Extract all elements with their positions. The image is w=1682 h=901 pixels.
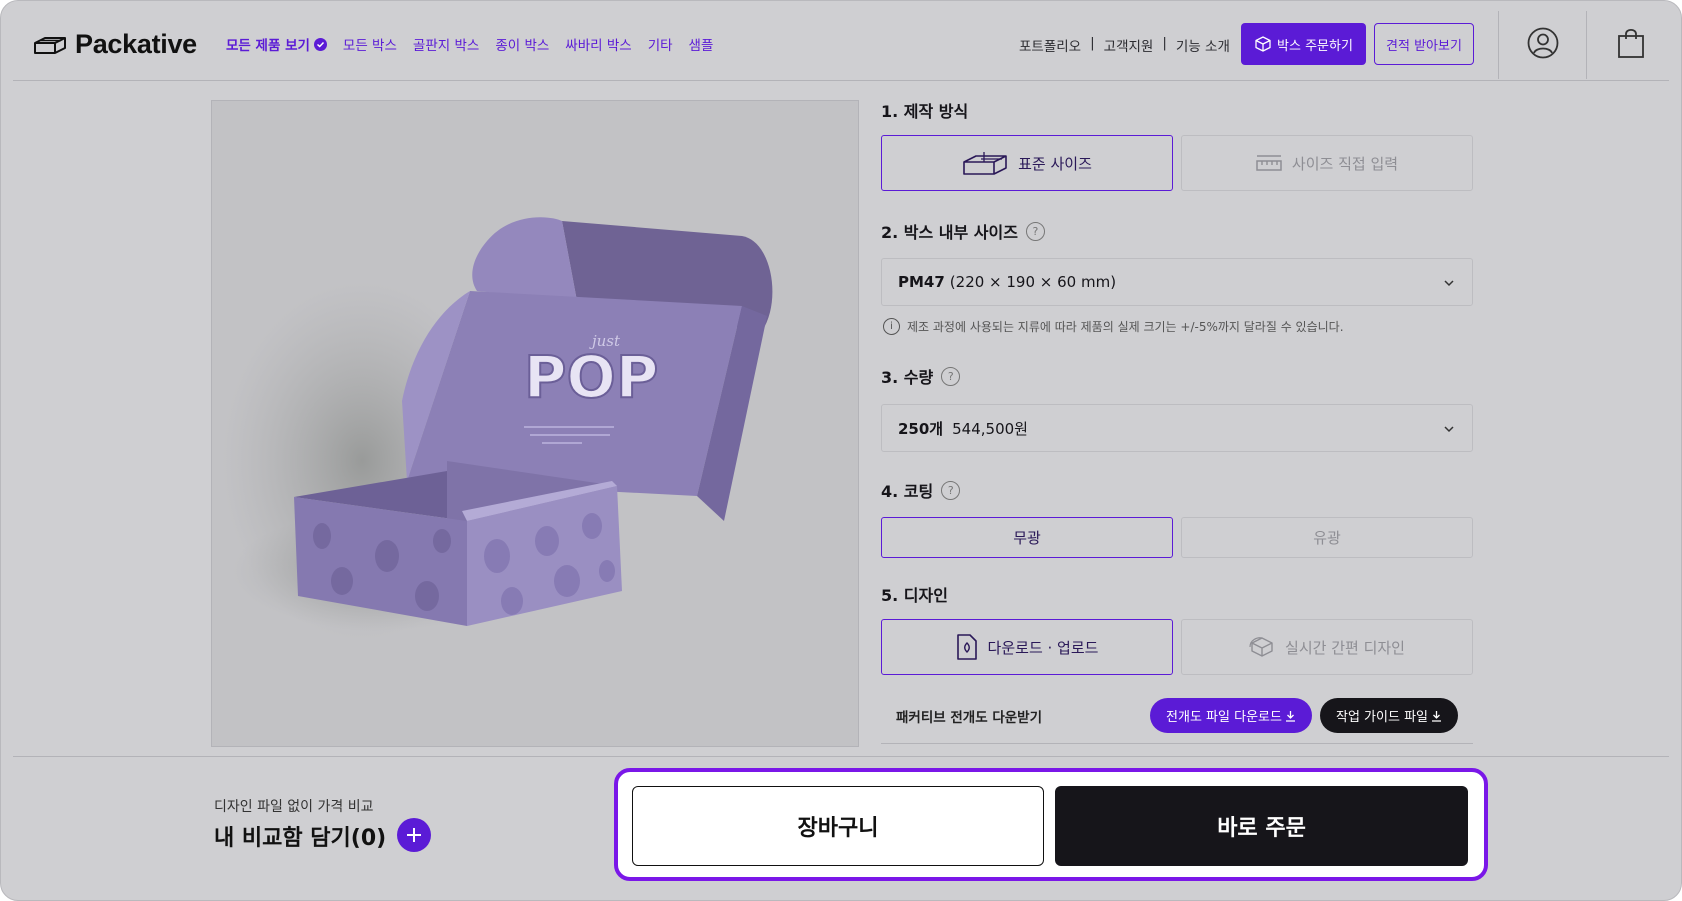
nav-sample[interactable]: 샘플 [689, 34, 714, 54]
design-live-editor-label: 실시간 간편 디자인 [1285, 638, 1405, 657]
add-compare-button[interactable] [397, 818, 431, 852]
box-3d-icon [1249, 637, 1273, 657]
help-icon[interactable]: ? [941, 480, 961, 500]
brand-name: Packative [75, 29, 197, 59]
add-to-cart-button[interactable]: 장바구니 [632, 786, 1044, 866]
header-divider [1498, 11, 1499, 79]
nav-corrugated-box[interactable]: 골판지 박스 [413, 34, 479, 54]
get-quote-button[interactable]: 견적 받아보기 [1374, 23, 1474, 65]
app-frame: Packative 모든 제품 보기 모든 박스 골판지 박스 종이 박스 싸바… [0, 0, 1682, 901]
buy-now-button[interactable]: 바로 주문 [1055, 786, 1468, 866]
nav-all-boxes[interactable]: 모든 박스 [343, 34, 397, 54]
download-dieline-button[interactable]: 전개도 파일 다운로드 [1150, 698, 1312, 733]
plus-icon [407, 828, 421, 842]
help-icon[interactable]: ? [941, 366, 961, 386]
dieline-download-label: 패커티브 전개도 다운받기 [896, 710, 1043, 726]
header-divider [1586, 11, 1587, 79]
user-icon [1527, 27, 1559, 59]
method-custom-size-option[interactable]: 사이즈 직접 입력 [1181, 135, 1473, 191]
design-download-upload-option[interactable]: 다운로드 · 업로드 [881, 619, 1173, 675]
lid-text-big: POP [524, 343, 658, 411]
quantity-price: 544,500원 [952, 419, 1028, 438]
size-note-text: 제조 과정에 사용되는 지류에 따라 제품의 실제 크기는 +/-5%까지 달라… [907, 320, 1344, 334]
shopping-bag-icon [1618, 28, 1644, 58]
chevron-down-icon [1444, 280, 1454, 287]
mailer-box-illustration: just POP [222, 217, 773, 641]
method-custom-size-label: 사이즈 직접 입력 [1291, 154, 1399, 173]
download-icon [1432, 710, 1441, 722]
coating-title-text: 4. 코팅 [881, 482, 934, 501]
quantity-value: 250개 [898, 419, 944, 438]
link-features[interactable]: 기능 소개 [1176, 35, 1230, 55]
header-links: 포트폴리오 | 고객지원 | 기능 소개 [1019, 35, 1230, 55]
link-separator: | [1162, 35, 1167, 51]
link-support[interactable]: 고객지원 [1104, 35, 1154, 55]
box-icon [963, 152, 1007, 175]
chevron-down-icon [1444, 426, 1454, 433]
coating-title: 4. 코팅 ? [881, 478, 961, 502]
box-icon [1255, 36, 1271, 52]
nav-etc[interactable]: 기타 [648, 34, 673, 54]
nav-all-products-label: 모든 제품 보기 [226, 38, 310, 54]
design-download-upload-label: 다운로드 · 업로드 [987, 638, 1099, 657]
size-dimensions: (220 × 190 × 60 mm) [949, 273, 1117, 291]
ruler-icon [1256, 155, 1282, 171]
quantity-select[interactable]: 250개 544,500원 [881, 404, 1473, 452]
header-divider-line [13, 80, 1669, 81]
nav-all-products[interactable]: 모든 제품 보기 [226, 34, 327, 54]
design-live-editor-option[interactable]: 실시간 간편 디자인 [1181, 619, 1473, 675]
download-dieline-label: 전개도 파일 다운로드 [1166, 710, 1282, 725]
coating-gloss-option[interactable]: 유광 [1181, 517, 1473, 558]
method-title-text: 1. 제작 방식 [881, 102, 969, 121]
account-button[interactable] [1525, 25, 1561, 61]
compare-subtitle: 디자인 파일 없이 가격 비교 [214, 799, 374, 815]
order-box-label: 박스 주문하기 [1277, 38, 1353, 54]
file-upload-icon [956, 634, 977, 660]
dieline-download-row: 패커티브 전개도 다운받기 전개도 파일 다운로드 작업 가이드 파일 [881, 698, 1473, 744]
quantity-title-text: 3. 수량 [881, 368, 934, 387]
cart-button[interactable] [1613, 25, 1649, 61]
info-icon: i [883, 318, 900, 335]
size-title-text: 2. 박스 내부 사이즈 [881, 223, 1018, 242]
coating-matte-option[interactable]: 무광 [881, 517, 1173, 558]
product-image: just POP [211, 100, 859, 747]
nav-rigid-box[interactable]: 싸바리 박스 [565, 34, 631, 54]
method-standard-size-option[interactable]: 표준 사이즈 [881, 135, 1173, 191]
method-title: 1. 제작 방식 [881, 98, 968, 122]
nav-paper-box[interactable]: 종이 박스 [495, 34, 549, 54]
link-separator: | [1090, 35, 1095, 51]
size-title: 2. 박스 내부 사이즈 ? [881, 219, 1045, 243]
box-outline-icon [34, 36, 66, 54]
download-guide-button[interactable]: 작업 가이드 파일 [1320, 698, 1458, 733]
size-code: PM47 [898, 273, 945, 291]
method-standard-size-label: 표준 사이즈 [1018, 154, 1092, 173]
compare-title[interactable]: 내 비교함 담기(0) [214, 820, 386, 852]
quantity-title: 3. 수량 ? [881, 364, 961, 388]
bottom-divider [13, 756, 1669, 757]
download-icon [1285, 710, 1295, 722]
top-header: Packative 모든 제품 보기 모든 박스 골판지 박스 종이 박스 싸바… [1, 1, 1681, 81]
design-title: 5. 디자인 [881, 582, 948, 606]
main-nav: 모든 제품 보기 모든 박스 골판지 박스 종이 박스 싸바리 박스 기타 샘플 [226, 34, 713, 54]
help-icon[interactable]: ? [1025, 221, 1045, 241]
size-select[interactable]: PM47 (220 × 190 × 60 mm) [881, 258, 1473, 306]
link-portfolio[interactable]: 포트폴리오 [1019, 35, 1081, 55]
download-guide-label: 작업 가이드 파일 [1336, 710, 1428, 725]
order-box-button[interactable]: 박스 주문하기 [1241, 23, 1366, 65]
check-circle-icon [313, 37, 327, 51]
brand-logo[interactable]: Packative [33, 29, 197, 60]
size-note: i 제조 과정에 사용되는 지류에 따라 제품의 실제 크기는 +/-5%까지 … [883, 318, 1344, 335]
design-title-text: 5. 디자인 [881, 586, 948, 605]
